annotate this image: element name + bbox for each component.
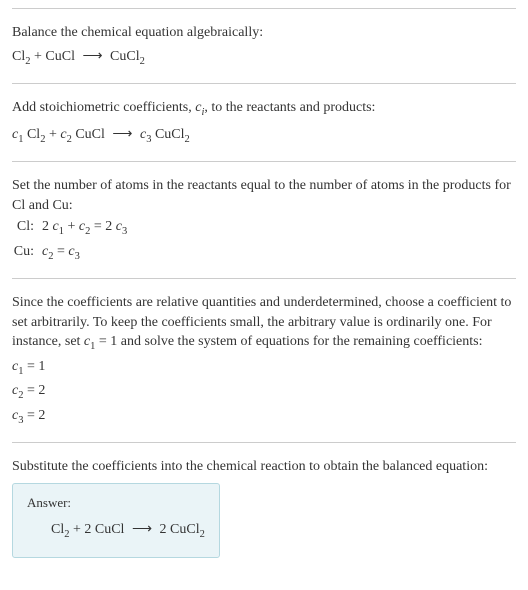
- r2: CuCl: [75, 127, 105, 142]
- text-b: = 1 and solve the system of equations fo…: [95, 334, 482, 349]
- row-cl: Cl: 2 c1 + c2 = 2 c3: [12, 217, 516, 239]
- problem-intro: Balance the chemical equation algebraica…: [12, 23, 516, 43]
- arrow-icon: ⟶: [132, 520, 152, 540]
- row-cu: Cu: c2 = c3: [12, 242, 516, 264]
- r3: CuCl: [155, 127, 185, 142]
- plus-r2: + 2 CuCl: [69, 522, 127, 537]
- eq: =: [53, 244, 68, 259]
- section-atom-balance: Set the number of atoms in the reactants…: [12, 161, 516, 278]
- label-cl: Cl:: [12, 217, 42, 239]
- coeff-c2: c2 = 2: [12, 381, 516, 403]
- coeff-intro: Add stoichiometric coefficients, ci, to …: [12, 98, 516, 120]
- rhs-sub: 2: [200, 529, 205, 540]
- plus: +: [64, 219, 79, 234]
- arrow-icon: ⟶: [82, 47, 102, 67]
- c3-sub: 3: [75, 251, 80, 262]
- sub-2: 2: [140, 55, 145, 66]
- coeff-c1: c1 = 1: [12, 357, 516, 379]
- val: = 2: [23, 383, 45, 398]
- r3-sub: 2: [185, 133, 190, 144]
- coeff-equation: c1 Cl2 + c2 CuCl ⟶ c3 CuCl2: [12, 125, 516, 147]
- answer-box: Answer: Cl2 + 2 CuCl ⟶ 2 CuCl2: [12, 483, 220, 558]
- val: = 2: [23, 408, 45, 423]
- r1: Cl: [51, 522, 64, 537]
- solve-intro: Since the coefficients are relative quan…: [12, 293, 516, 355]
- reactant-cucl: CuCl: [45, 49, 75, 64]
- eq-cu: c2 = c3: [42, 242, 80, 264]
- arrow-icon: ⟶: [112, 125, 132, 145]
- section-problem: Balance the chemical equation algebraica…: [12, 8, 516, 83]
- section-solve: Since the coefficients are relative quan…: [12, 278, 516, 442]
- plus: +: [30, 49, 45, 64]
- balanced-equation: Cl2 + 2 CuCl ⟶ 2 CuCl2: [27, 520, 205, 542]
- answer-label: Answer:: [27, 494, 205, 512]
- section-answer: Substitute the coefficients into the che…: [12, 442, 516, 571]
- answer-intro: Substitute the coefficients into the che…: [12, 457, 516, 477]
- c3-sub: 3: [122, 226, 127, 237]
- r1: Cl: [27, 127, 40, 142]
- label-cu: Cu:: [12, 242, 42, 264]
- reactant-cl2: Cl: [12, 49, 25, 64]
- text: , to the reactants and products:: [204, 100, 375, 115]
- product-cucl2: CuCl: [110, 49, 140, 64]
- balance-intro: Set the number of atoms in the reactants…: [12, 176, 516, 215]
- unbalanced-equation: Cl2 + CuCl ⟶ CuCl2: [12, 47, 516, 69]
- coeff-c3: c3 = 2: [12, 406, 516, 428]
- plus: +: [45, 127, 60, 142]
- eq: = 2: [90, 219, 115, 234]
- two: 2: [42, 219, 53, 234]
- section-coefficients: Add stoichiometric coefficients, ci, to …: [12, 83, 516, 161]
- val: = 1: [23, 359, 45, 374]
- eq-cl: 2 c1 + c2 = 2 c3: [42, 217, 127, 239]
- text: Add stoichiometric coefficients,: [12, 100, 195, 115]
- rhs: 2 CuCl: [156, 522, 200, 537]
